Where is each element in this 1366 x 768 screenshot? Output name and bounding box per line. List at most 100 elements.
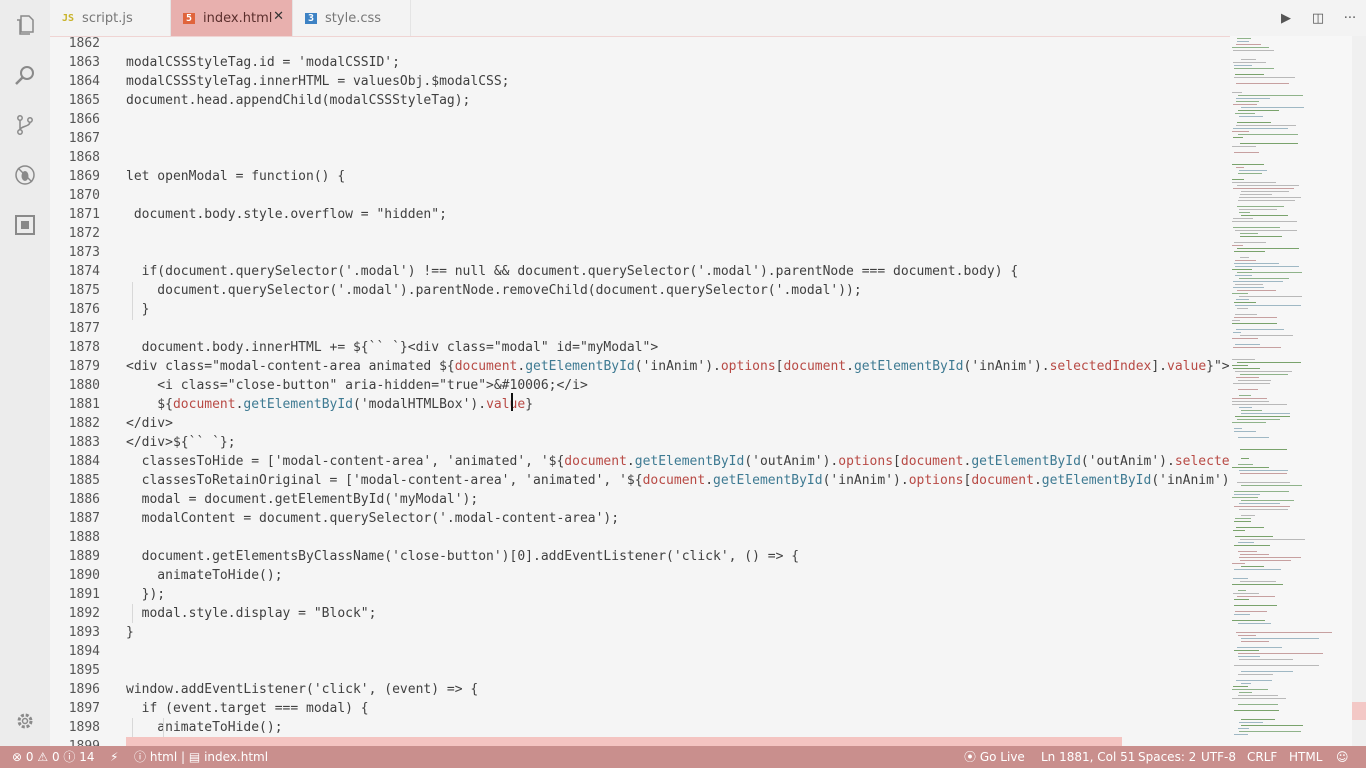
status-bar: ⊗ 0 ⚠ 0 ⓘ 14 ⚡ ⓘ html | ▤ index.html ⦿ G… <box>0 746 1366 768</box>
run-icon[interactable]: ▶ <box>1270 11 1302 26</box>
code-line[interactable]: <i class="close-button" aria-hidden="tru… <box>126 376 1230 395</box>
code-token: classesToHide = ['modal-content-area', '… <box>126 454 565 469</box>
code-line[interactable] <box>126 110 1230 129</box>
line-number: 1870 <box>68 188 100 203</box>
code-line[interactable]: classesToRetainOriginal = ['modal-conten… <box>126 471 1230 490</box>
code-line[interactable]: <div class="modal-content-area animated … <box>126 357 1230 376</box>
source-control-icon[interactable] <box>0 100 50 150</box>
line-number: 1879 <box>68 359 100 374</box>
vertical-scrollbar[interactable] <box>1352 36 1366 746</box>
cursor-position[interactable]: Ln 1881, Col 51 <box>1041 746 1135 768</box>
code-line[interactable]: modal = document.getElementById('myModal… <box>126 490 1230 509</box>
code-line[interactable]: </div>${`` `}; <box>126 433 1230 452</box>
minimap-line <box>1234 545 1270 546</box>
code-line[interactable] <box>126 243 1230 262</box>
line-number: 1867 <box>68 131 100 146</box>
split-editor-icon[interactable]: ◫ <box>1302 11 1334 26</box>
code-line[interactable] <box>126 37 1230 53</box>
tab-index-html[interactable]: 5 index.html ✕ <box>171 0 293 36</box>
code-editor[interactable]: 1862 1863 1864 1865 1866 1867 1868 1869 1870 1871… <box>50 36 1230 747</box>
minimap-line <box>1232 584 1283 585</box>
code-token: document <box>172 397 236 412</box>
code-line[interactable]: modal.style.display = "Block"; <box>126 604 1230 623</box>
debug-icon[interactable] <box>0 150 50 200</box>
code-line[interactable] <box>126 148 1230 167</box>
code-line[interactable]: if (event.target === modal) { <box>126 699 1230 718</box>
minimap-line <box>1232 365 1248 366</box>
close-icon[interactable]: ✕ <box>273 9 284 24</box>
code-line[interactable] <box>126 319 1230 338</box>
search-icon[interactable] <box>0 50 50 100</box>
go-live-button[interactable]: ⦿ Go Live <box>964 746 1025 768</box>
code-token: ('modalHTMLBox'). <box>353 397 487 412</box>
code-token: document.body.innerHTML += ${`` `}<div c… <box>126 340 659 355</box>
code-line[interactable]: animateToHide(); <box>126 566 1230 585</box>
file-breadcrumb[interactable]: ⓘ html | ▤ index.html <box>134 746 268 768</box>
code-token: let openModal = function() { <box>126 169 346 184</box>
code-line[interactable] <box>126 186 1230 205</box>
minimap-line <box>1237 482 1290 483</box>
end-of-line[interactable]: CRLF <box>1247 746 1277 768</box>
code-area[interactable]: modalCSSStyleTag.id = 'modalCSSID'; modal… <box>126 37 1230 747</box>
minimap-line <box>1241 59 1256 60</box>
minimap-line <box>1232 323 1277 324</box>
line-number: 1884 <box>68 454 100 469</box>
code-token: document <box>454 359 518 374</box>
code-line[interactable]: document.head.appendChild(modalCSSStyleT… <box>126 91 1230 110</box>
gear-icon[interactable] <box>0 696 50 746</box>
more-actions-icon[interactable]: ··· <box>1334 11 1366 26</box>
language-mode[interactable]: HTML <box>1289 746 1322 768</box>
tab-label: style.css <box>325 10 382 26</box>
tab-script-js[interactable]: JS script.js <box>50 0 171 36</box>
scrollbar-thumb[interactable] <box>1352 702 1366 720</box>
code-line[interactable]: modalContent = document.querySelector('.… <box>126 509 1230 528</box>
problems-indicator[interactable]: ⊗ 0 ⚠ 0 ⓘ 14 <box>12 746 95 768</box>
minimap-line <box>1240 335 1293 336</box>
code-line[interactable]: document.getElementsByClassName('close-b… <box>126 547 1230 566</box>
code-line[interactable]: document.body.style.overflow = "hidden"; <box>126 205 1230 224</box>
minimap-line <box>1238 590 1246 591</box>
minimap-line <box>1236 299 1249 300</box>
code-line[interactable]: modalCSSStyleTag.innerHTML = valuesObj.$… <box>126 72 1230 91</box>
code-line[interactable]: document.body.innerHTML += ${`` `}<div c… <box>126 338 1230 357</box>
code-line[interactable]: if(document.querySelector('.modal') !== … <box>126 262 1230 281</box>
feedback-smiley-icon[interactable]: ☺ <box>1336 746 1349 768</box>
minimap[interactable] <box>1230 36 1352 746</box>
minimap-line <box>1235 314 1257 315</box>
extensions-icon[interactable] <box>0 200 50 250</box>
code-line[interactable]: modalCSSStyleTag.id = 'modalCSSID'; <box>126 53 1230 72</box>
code-line[interactable]: let openModal = function() { <box>126 167 1230 186</box>
code-line[interactable]: }); <box>126 585 1230 604</box>
code-line[interactable]: window.addEventListener('click', (event)… <box>126 680 1230 699</box>
line-number: 1894 <box>68 644 100 659</box>
lightning-icon[interactable]: ⚡ <box>110 746 118 768</box>
code-line[interactable] <box>126 528 1230 547</box>
minimap-line <box>1235 344 1260 345</box>
code-line[interactable]: ${document.getElementById('modalHTMLBox'… <box>126 395 1230 414</box>
code-line[interactable]: } <box>126 623 1230 642</box>
minimap-line <box>1241 215 1288 216</box>
code-line[interactable]: </div> <box>126 414 1230 433</box>
minimap-line <box>1232 338 1258 339</box>
code-line[interactable] <box>126 129 1230 148</box>
code-token: modal = document.getElementById('myModal… <box>126 492 479 507</box>
minimap-line <box>1240 539 1305 540</box>
language-label: html <box>149 750 178 764</box>
minimap-line <box>1240 560 1291 561</box>
code-line[interactable] <box>126 661 1230 680</box>
minimap-line <box>1239 278 1289 279</box>
code-line[interactable] <box>126 224 1230 243</box>
code-line[interactable]: } <box>126 300 1230 319</box>
minimap-line <box>1235 266 1299 267</box>
code-line[interactable]: document.querySelector('.modal').parentN… <box>126 281 1230 300</box>
explorer-icon[interactable] <box>0 0 50 50</box>
code-line[interactable]: animateToHide(); <box>126 718 1230 737</box>
indentation[interactable]: Spaces: 2 <box>1138 746 1196 768</box>
tab-style-css[interactable]: 3 style.css <box>293 0 411 36</box>
code-line[interactable]: classesToHide = ['modal-content-area', '… <box>126 452 1230 471</box>
minimap-line <box>1234 242 1266 243</box>
encoding[interactable]: UTF-8 <box>1201 746 1236 768</box>
code-line[interactable] <box>126 642 1230 661</box>
minimap-line <box>1233 578 1248 579</box>
line-number: 1893 <box>68 625 100 640</box>
